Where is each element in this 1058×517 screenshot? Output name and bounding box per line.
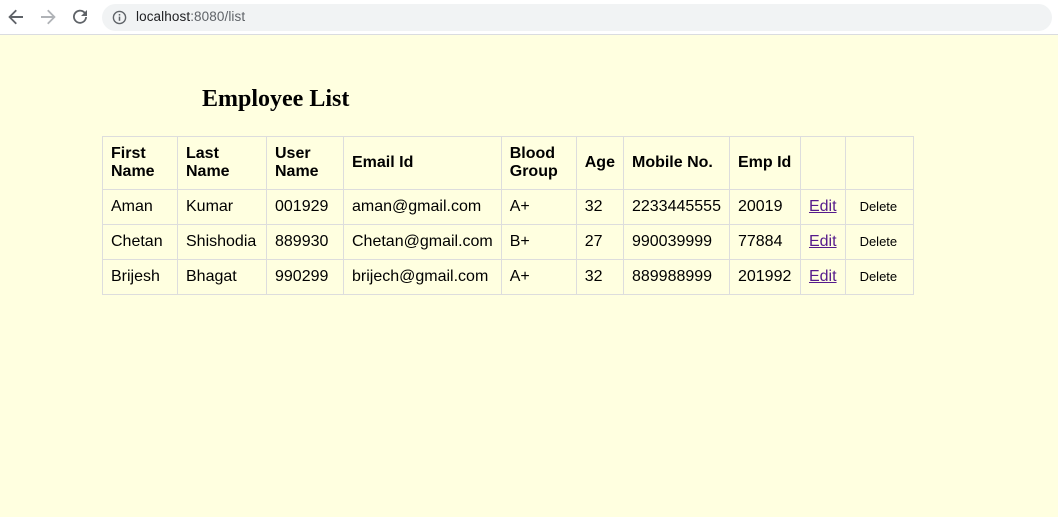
header-mobile-no: Mobile No.	[622, 136, 730, 190]
cell-mobile: 889988999	[622, 259, 730, 295]
table-row: Aman Kumar 001929 aman@gmail.com A+ 32 2…	[102, 189, 914, 225]
delete-cell: Delete	[844, 189, 914, 225]
delete-button[interactable]: Delete	[854, 234, 904, 249]
header-blood-group: Blood Group	[500, 136, 577, 190]
cell-blood-group: A+	[500, 259, 577, 295]
table-header-row: First Name Last Name User Name Email Id …	[102, 136, 914, 190]
header-age: Age	[575, 136, 624, 190]
header-emp-id: Emp Id	[728, 136, 801, 190]
cell-blood-group: A+	[500, 189, 577, 225]
table-row: Chetan Shishodia 889930 Chetan@gmail.com…	[102, 224, 914, 260]
cell-age: 27	[575, 224, 624, 260]
header-user-name: User Name	[266, 136, 344, 190]
edit-cell: Edit	[799, 189, 846, 225]
back-arrow-icon[interactable]	[5, 6, 27, 28]
cell-mobile: 990039999	[622, 224, 730, 260]
address-bar[interactable]: localhost:8080/list	[102, 4, 1052, 31]
cell-first-name: Aman	[102, 189, 178, 225]
cell-emp-id: 201992	[728, 259, 801, 295]
cell-emp-id: 77884	[728, 224, 801, 260]
cell-email: Chetan@gmail.com	[343, 224, 502, 260]
delete-button[interactable]: Delete	[854, 199, 904, 214]
info-icon[interactable]	[112, 10, 127, 25]
cell-last-name: Kumar	[177, 189, 267, 225]
cell-user-name: 990299	[266, 259, 344, 295]
header-first-name: First Name	[102, 136, 178, 190]
cell-first-name: Chetan	[102, 224, 178, 260]
delete-cell: Delete	[844, 224, 914, 260]
cell-age: 32	[575, 189, 624, 225]
cell-user-name: 889930	[266, 224, 344, 260]
edit-link[interactable]: Edit	[809, 198, 837, 215]
header-edit	[799, 136, 846, 190]
delete-cell: Delete	[844, 259, 914, 295]
browser-toolbar: localhost:8080/list	[0, 0, 1058, 35]
cell-email: brijech@gmail.com	[343, 259, 502, 295]
edit-link[interactable]: Edit	[809, 233, 837, 250]
cell-emp-id: 20019	[728, 189, 801, 225]
cell-last-name: Shishodia	[177, 224, 267, 260]
cell-email: aman@gmail.com	[343, 189, 502, 225]
reload-icon[interactable]	[69, 6, 91, 28]
cell-mobile: 2233445555	[622, 189, 730, 225]
cell-blood-group: B+	[500, 224, 577, 260]
cell-user-name: 001929	[266, 189, 344, 225]
page-title: Employee List	[202, 86, 350, 112]
header-last-name: Last Name	[177, 136, 267, 190]
delete-button[interactable]: Delete	[854, 269, 904, 284]
forward-arrow-icon[interactable]	[37, 6, 59, 28]
header-email-id: Email Id	[343, 136, 502, 190]
header-delete	[844, 136, 914, 190]
url-host: localhost	[136, 9, 191, 24]
edit-cell: Edit	[799, 259, 846, 295]
edit-link[interactable]: Edit	[809, 268, 837, 285]
employee-table: First Name Last Name User Name Email Id …	[102, 136, 914, 295]
url-text[interactable]: localhost:8080/list	[136, 9, 245, 24]
url-path: :8080/list	[190, 9, 246, 24]
cell-first-name: Brijesh	[102, 259, 178, 295]
table-row: Brijesh Bhagat 990299 brijech@gmail.com …	[102, 259, 914, 295]
edit-cell: Edit	[799, 224, 846, 260]
cell-last-name: Bhagat	[177, 259, 267, 295]
cell-age: 32	[575, 259, 624, 295]
